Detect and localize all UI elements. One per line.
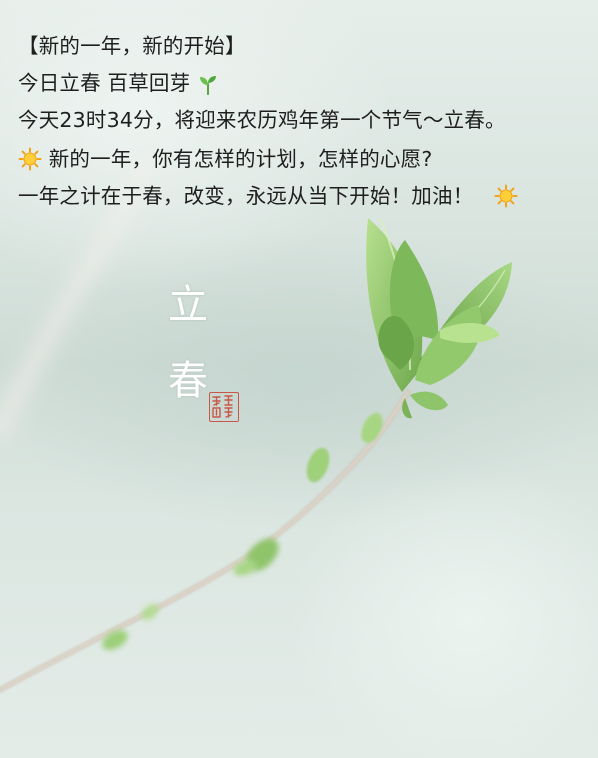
caption-line-2: 今日立春 百草回芽: [18, 65, 593, 102]
title-char-chun: 春: [168, 358, 208, 404]
caption-line-4: 新的一年，你有怎样的计划，怎样的心愿?: [18, 141, 593, 178]
caption-line-3: 今天23时34分，将迎来农历鸡年第一个节气～立春。: [18, 102, 593, 139]
bud-lower-left: [102, 604, 159, 650]
caption-line-4-text: 新的一年，你有怎样的计划，怎样的心愿?: [48, 147, 433, 171]
caption-line-2-text: 今日立春 百草回芽: [18, 71, 191, 95]
bud-middle: [233, 538, 279, 576]
caption-heading: 【新的一年，新的开始】: [18, 28, 593, 65]
sprout-leaves: [366, 217, 512, 419]
title-char-li: 立: [168, 282, 208, 328]
main-branch: [0, 389, 411, 693]
caption-text: 【新的一年，新的开始】 今日立春 百草回芽 今天23时34分，将迎来农历鸡年第一…: [18, 28, 593, 215]
caption-line-3-text: 今天23时34分，将迎来农历鸡年第一个节气～立春。: [18, 108, 506, 132]
red-seal-stamp: [209, 392, 239, 422]
caption-line-5-text: 一年之计在于春，改变，永远从当下开始！加油！: [18, 184, 474, 208]
caption-line-5: 一年之计在于春，改变，永远从当下开始！加油！: [18, 178, 593, 215]
caption-heading-text: 【新的一年，新的开始】: [18, 34, 246, 58]
sun-icon: [494, 183, 518, 220]
